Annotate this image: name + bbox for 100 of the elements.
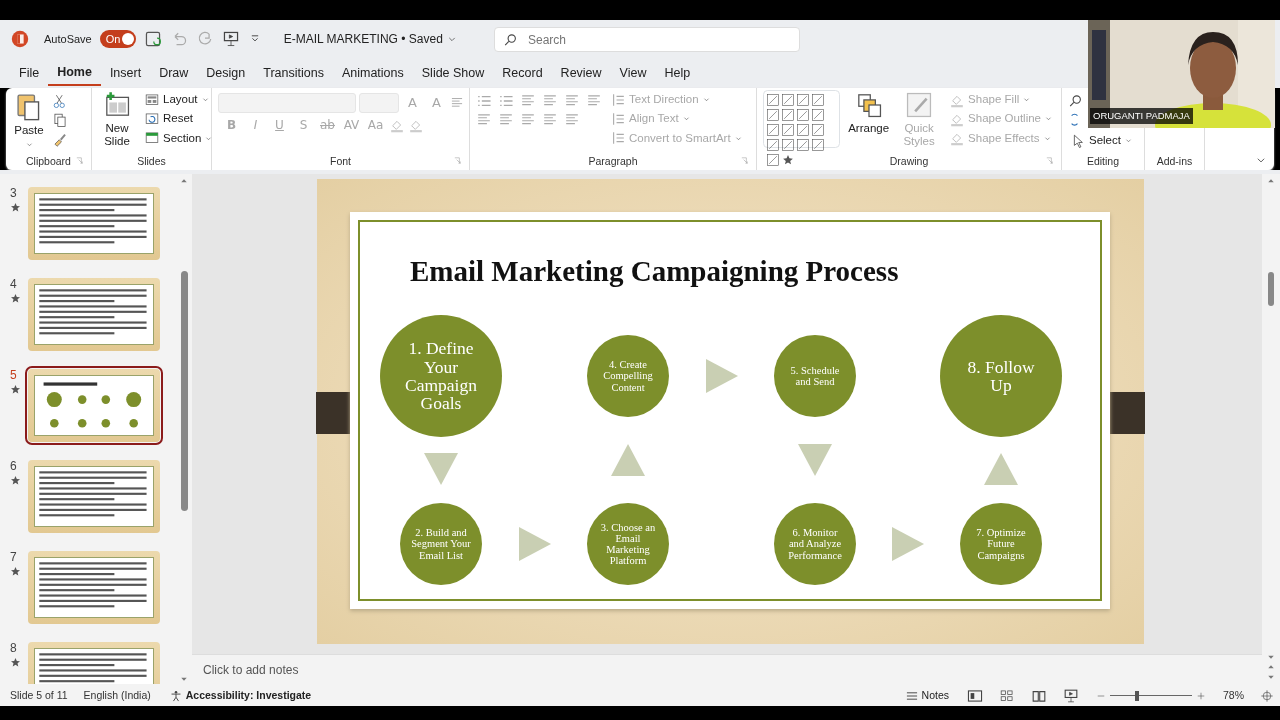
transition-star-icon: [10, 201, 21, 213]
new-slide-button[interactable]: New Slide: [98, 90, 136, 154]
dialog-launcher-icon[interactable]: [75, 156, 85, 166]
scrollbar-thumb[interactable]: [1268, 272, 1274, 306]
scrollbar-thumb[interactable]: [180, 271, 188, 511]
step-circle: 8. Follow Up: [940, 315, 1062, 437]
slide-thumbnail[interactable]: [28, 187, 160, 260]
arrange-button[interactable]: Arrange: [846, 90, 892, 154]
shape-icon[interactable]: [782, 139, 794, 151]
slide-number: 8: [10, 641, 17, 655]
quick-styles-icon: [905, 91, 934, 119]
triangle-arrow-icon: [423, 451, 459, 487]
transition-star-icon: [10, 383, 21, 395]
menu-tab[interactable]: Slide Show: [412, 60, 494, 86]
find-icon[interactable]: [1068, 93, 1084, 109]
select-button[interactable]: Select: [1068, 131, 1135, 151]
menu-tab[interactable]: Animations: [332, 60, 413, 86]
dialog-launcher-icon[interactable]: [740, 156, 750, 166]
reading-view-icon[interactable]: [1031, 688, 1047, 704]
slide-sorter-icon[interactable]: [999, 688, 1015, 704]
slide-command[interactable]: Reset: [142, 109, 216, 129]
list-icon[interactable]: [498, 93, 514, 109]
step-circle: 7. Optimize Future Campaigns: [960, 503, 1042, 585]
slide-thumbnail[interactable]: [28, 460, 160, 533]
menu-tab[interactable]: Draw: [150, 60, 198, 86]
triangle-arrow-icon: [890, 526, 926, 562]
step-circle: 1. Define Your Campaign Goals: [380, 315, 502, 437]
accessibility-button[interactable]: Accessibility: Investigate: [166, 687, 314, 705]
step-circle: 2. Build and Segment Your Email List: [400, 503, 482, 585]
document-title[interactable]: E-MAIL MARKETING • Saved: [281, 29, 460, 49]
copy-icon[interactable]: [52, 112, 68, 128]
menu-tab[interactable]: Help: [655, 60, 700, 86]
autosave-label: AutoSave: [44, 31, 92, 47]
step-circle: 4. Create Compelling Content: [587, 335, 669, 417]
slide-thumbnail[interactable]: [28, 278, 160, 351]
reset-icon: [144, 110, 160, 127]
group-label: Clipboard: [26, 154, 71, 169]
notes-button[interactable]: Notes: [902, 687, 951, 705]
slide-title: Email Marketing Campaigning Process: [410, 254, 899, 289]
slide-number: 7: [10, 550, 17, 564]
zoom-percentage[interactable]: 78%: [1223, 688, 1244, 704]
font-name-field[interactable]: [218, 93, 356, 113]
language-label[interactable]: English (India): [83, 688, 151, 704]
step-circle: 5. Schedule and Send: [774, 335, 856, 417]
slideshow-icon[interactable]: [1063, 688, 1079, 704]
group-label: Editing: [1086, 154, 1120, 169]
shape-icon[interactable]: [812, 139, 824, 151]
notes-placeholder[interactable]: Click to add notes: [203, 663, 299, 677]
dialog-launcher-icon[interactable]: [1045, 156, 1055, 166]
slide-thumbnail[interactable]: [28, 369, 160, 442]
slide-counter: Slide 5 of 11: [10, 688, 68, 704]
zoom-in-icon[interactable]: [1195, 690, 1207, 702]
slide-command[interactable]: Section: [142, 128, 216, 148]
normal-view-icon[interactable]: [967, 688, 983, 704]
font-size-field[interactable]: [359, 93, 399, 113]
menu-tab[interactable]: File: [10, 60, 49, 86]
menu-tab[interactable]: Insert: [100, 60, 151, 86]
app-logo-icon: [10, 29, 30, 49]
save-icon[interactable]: [143, 30, 162, 48]
menu-tab[interactable]: View: [610, 60, 656, 86]
search-field[interactable]: Search: [494, 27, 800, 52]
paste-button[interactable]: Paste: [12, 90, 46, 154]
dialog-launcher-icon[interactable]: [453, 156, 463, 166]
clear-formatting-icon: [450, 96, 464, 110]
transition-star-icon: [10, 656, 21, 668]
format-painter-icon[interactable]: [52, 131, 68, 147]
triangle-arrow-icon: [983, 451, 1019, 487]
shape-icon[interactable]: [782, 154, 794, 166]
menu-tab[interactable]: Home: [48, 59, 101, 87]
triangle-arrow-icon: [704, 358, 740, 394]
menu-tab[interactable]: Review: [551, 60, 611, 86]
triangle-arrow-icon: [517, 526, 553, 562]
slide-number: 6: [10, 459, 17, 473]
slide-command[interactable]: Layout: [142, 90, 216, 110]
present-icon[interactable]: [221, 30, 240, 48]
group-label: Drawing: [889, 154, 929, 169]
group-label: Add-ins: [1156, 154, 1193, 169]
menu-tab[interactable]: Design: [197, 60, 255, 86]
menu-tab[interactable]: Record: [493, 60, 552, 86]
slide-number: 4: [10, 277, 17, 291]
transition-star-icon: [10, 565, 21, 577]
step-circle: 6. Monitor and Analyze Performance: [774, 503, 856, 585]
transition-star-icon: [10, 474, 21, 486]
zoom-slider[interactable]: [1110, 690, 1192, 702]
shape-icon[interactable]: [797, 139, 809, 151]
layout-icon: [144, 91, 160, 108]
search-icon: [503, 32, 519, 48]
group-label: Font: [330, 154, 351, 169]
shape-icon[interactable]: [767, 139, 779, 151]
fit-slide-icon[interactable]: [1260, 689, 1274, 703]
group-label: Slides: [137, 154, 166, 169]
transition-star-icon: [10, 292, 21, 304]
cut-icon[interactable]: [52, 93, 68, 109]
menu-tab[interactable]: Transitions: [254, 60, 333, 86]
list-icon[interactable]: [476, 93, 492, 109]
group-label: Paragraph: [588, 154, 638, 169]
triangle-arrow-icon: [610, 442, 646, 478]
slide-thumbnail[interactable]: [28, 551, 160, 624]
new-slide-icon: [103, 91, 131, 119]
autosave-toggle[interactable]: On: [99, 30, 136, 48]
